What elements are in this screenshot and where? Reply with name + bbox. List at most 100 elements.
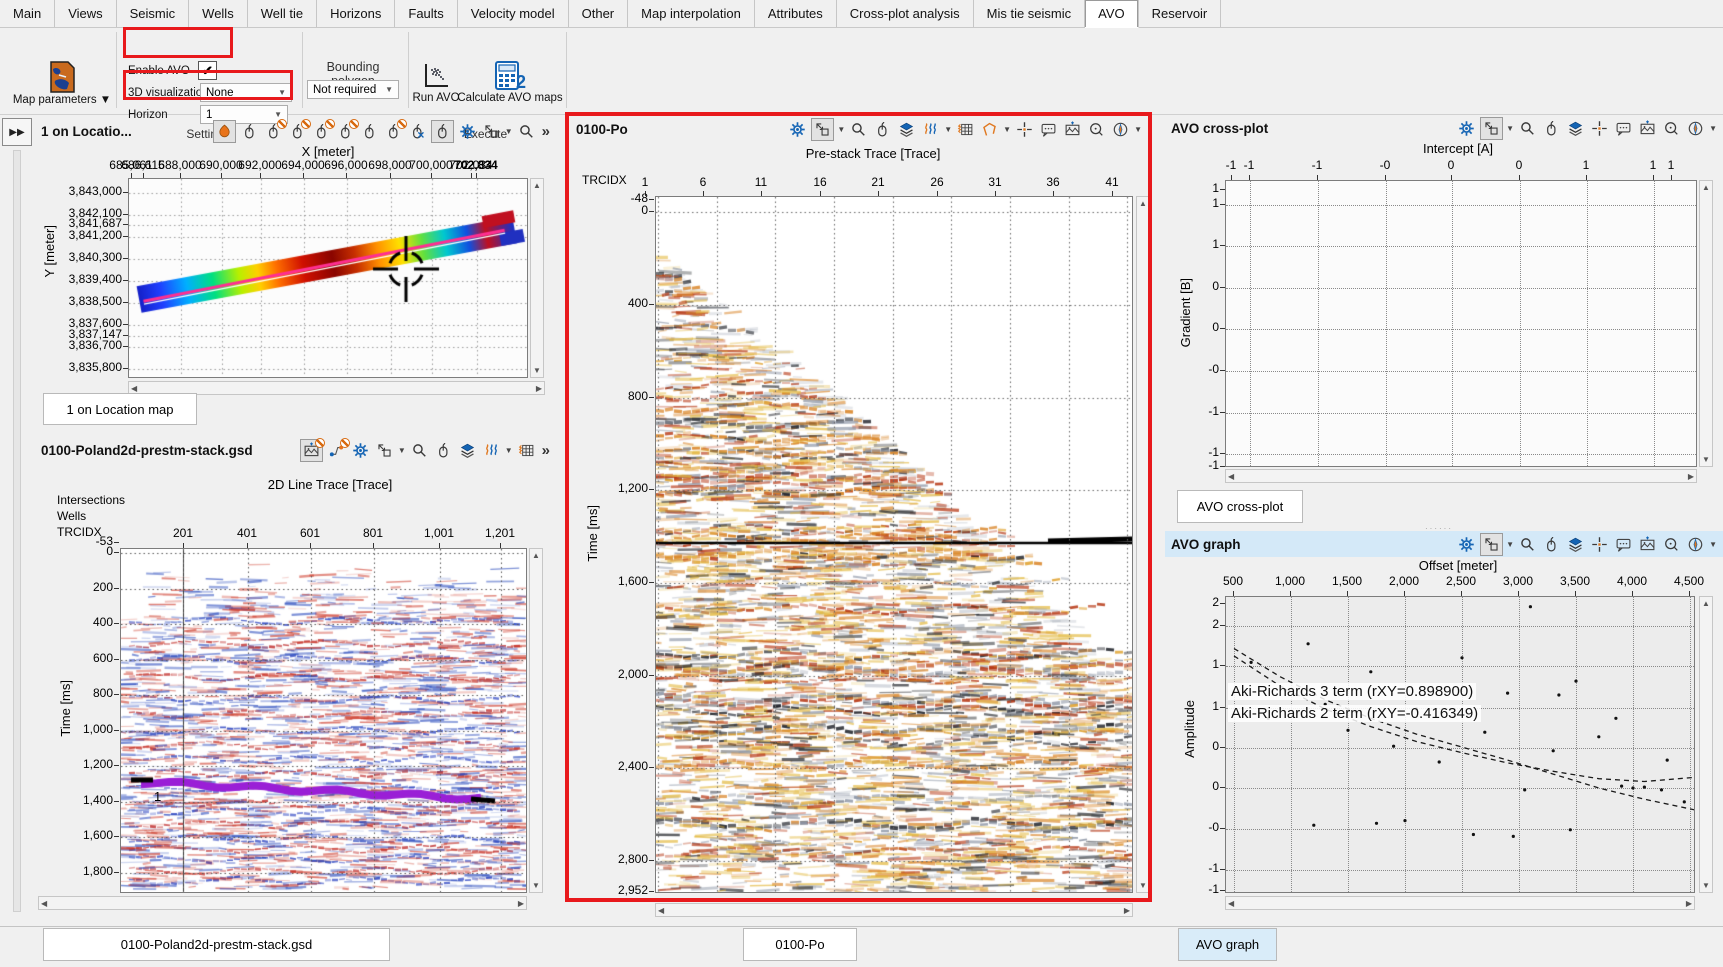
scroll-right-icon[interactable]: ▶ — [536, 384, 542, 393]
chevron-down-icon[interactable]: ▼ — [1506, 540, 1514, 549]
prestack-canvas[interactable] — [656, 197, 1132, 892]
crossplot-horizontal-scrollbar[interactable]: ◀▶ — [1225, 469, 1697, 483]
chevron-down-icon[interactable]: ▼ — [505, 446, 513, 455]
polygon-icon[interactable] — [979, 119, 1000, 140]
prestack-vertical-scrollbar[interactable]: ▲▼ — [1136, 196, 1150, 893]
location-map-canvas[interactable] — [129, 179, 527, 377]
orangedrop-icon[interactable] — [213, 120, 236, 143]
scroll-left-icon[interactable]: ◀ — [1228, 899, 1234, 908]
chevron-down-icon[interactable]: ▼ — [398, 446, 406, 455]
avograph-horizontal-scrollbar[interactable]: ◀▶ — [1225, 896, 1695, 910]
scroll-right-icon[interactable]: ▶ — [1686, 899, 1692, 908]
resize-icon[interactable] — [374, 440, 395, 461]
waves-icon[interactable] — [481, 440, 502, 461]
resize-icon[interactable] — [1480, 117, 1503, 140]
stack-section-plot[interactable]: 1 — [120, 548, 527, 893]
scroll-right-icon[interactable]: ▶ — [518, 899, 524, 908]
magnifier-icon[interactable] — [848, 119, 869, 140]
layers-icon[interactable] — [896, 119, 917, 140]
bottom-tab-avograph[interactable]: AVO graph — [1178, 928, 1277, 961]
mouse-icon[interactable] — [311, 121, 332, 142]
link-icon[interactable] — [326, 440, 347, 461]
crosshair-icon[interactable] — [1589, 118, 1610, 139]
avograph-vertical-scrollbar[interactable]: ▲▼ — [1699, 596, 1713, 893]
comment-icon[interactable] — [1038, 119, 1059, 140]
mouse-icon[interactable] — [239, 121, 260, 142]
mouse-icon[interactable] — [1541, 118, 1562, 139]
scroll-left-icon[interactable]: ◀ — [1228, 472, 1234, 481]
stack-section-horizontal-scrollbar[interactable]: ◀▶ — [38, 896, 527, 910]
menu-tab-cross-plot-analysis[interactable]: Cross-plot analysis — [837, 0, 974, 27]
comment-icon[interactable] — [1613, 118, 1634, 139]
magnifier-icon[interactable] — [409, 440, 430, 461]
chevron-down-icon[interactable]: ▼ — [837, 125, 845, 134]
bottom-tab-stack-section[interactable]: 0100-Poland2d-prestm-stack.gsd — [43, 928, 390, 961]
menu-tab-mis-tie-seismic[interactable]: Mis tie seismic — [974, 0, 1086, 27]
mouse-icon[interactable] — [431, 120, 454, 143]
menu-tab-velocity-model[interactable]: Velocity model — [458, 0, 569, 27]
prestack-plot[interactable] — [655, 196, 1133, 893]
scroll-right-icon[interactable]: ▶ — [1688, 472, 1694, 481]
scroll-left-icon[interactable]: ◀ — [658, 906, 664, 915]
chevron-down-icon[interactable]: ▼ — [1134, 125, 1142, 134]
gear-icon[interactable] — [1456, 118, 1477, 139]
scroll-up-icon[interactable]: ▲ — [532, 551, 540, 560]
zoomq-icon[interactable] — [1661, 534, 1682, 555]
magnifier-icon[interactable] — [1517, 534, 1538, 555]
more-tools-icon[interactable]: » — [540, 442, 552, 459]
mouse-icon[interactable] — [359, 121, 380, 142]
menu-tab-wells[interactable]: Wells — [189, 0, 248, 27]
calculate-avo-maps-button[interactable]: 2 Calculate AVO maps — [460, 60, 560, 104]
image-icon[interactable] — [300, 439, 323, 462]
scroll-down-icon[interactable]: ▼ — [532, 881, 540, 890]
chevron-down-icon[interactable]: ▼ — [944, 125, 952, 134]
mouse-icon[interactable] — [433, 440, 454, 461]
chevron-down-icon[interactable]: ▼ — [1003, 125, 1011, 134]
menu-tab-avo[interactable]: AVO — [1085, 0, 1139, 28]
menu-tab-faults[interactable]: Faults — [395, 0, 457, 27]
resize-icon[interactable] — [1480, 533, 1503, 556]
scroll-up-icon[interactable]: ▲ — [1702, 599, 1710, 608]
zoomq-icon[interactable] — [1086, 119, 1107, 140]
chevron-down-icon[interactable]: ▼ — [1709, 124, 1717, 133]
stack-section-vertical-scrollbar[interactable]: ▲▼ — [529, 548, 543, 893]
chevron-down-icon[interactable]: ▼ — [1506, 124, 1514, 133]
scroll-left-icon[interactable]: ◀ — [41, 899, 47, 908]
scroll-down-icon[interactable]: ▼ — [1702, 881, 1710, 890]
compass-icon[interactable] — [1685, 534, 1706, 555]
mouse-icon[interactable] — [335, 121, 356, 142]
compass-icon[interactable] — [1110, 119, 1131, 140]
menu-tab-other[interactable]: Other — [569, 0, 629, 27]
run-avo-button[interactable]: Run AVO — [410, 60, 462, 104]
menu-tab-views[interactable]: Views — [55, 0, 116, 27]
mousex-icon[interactable] — [407, 121, 428, 142]
menu-tab-well-tie[interactable]: Well tie — [248, 0, 317, 27]
location-map-plot[interactable] — [128, 178, 528, 378]
scroll-up-icon[interactable]: ▲ — [533, 181, 541, 190]
scroll-left-icon[interactable]: ◀ — [131, 384, 137, 393]
gear-icon[interactable] — [1456, 534, 1477, 555]
table-icon[interactable] — [516, 440, 537, 461]
mouse-icon[interactable] — [1541, 534, 1562, 555]
compass-icon[interactable] — [1685, 118, 1706, 139]
image-icon[interactable] — [1062, 119, 1083, 140]
resize-icon[interactable] — [481, 121, 502, 142]
table-icon[interactable] — [955, 119, 976, 140]
crosshair-icon[interactable] — [1014, 119, 1035, 140]
menu-tab-reservoir[interactable]: Reservoir — [1139, 0, 1222, 27]
scroll-up-icon[interactable]: ▲ — [1702, 183, 1710, 192]
map-parameters-button[interactable]: Map parameters ▼ — [12, 60, 112, 106]
magnifier-icon[interactable] — [1517, 118, 1538, 139]
image-icon[interactable] — [1637, 118, 1658, 139]
menu-tab-horizons[interactable]: Horizons — [317, 0, 395, 27]
resize-icon[interactable] — [811, 118, 834, 141]
scroll-right-icon[interactable]: ▶ — [1124, 906, 1130, 915]
bounding-polygon-dropdown[interactable]: Not required▼ — [307, 80, 399, 99]
crossplot-vertical-scrollbar[interactable]: ▲▼ — [1699, 180, 1713, 467]
scroll-down-icon[interactable]: ▼ — [533, 366, 541, 375]
scroll-down-icon[interactable]: ▼ — [1702, 455, 1710, 464]
waves-icon[interactable] — [920, 119, 941, 140]
tab-location-map[interactable]: 1 on Location map — [43, 393, 197, 425]
layers-icon[interactable] — [1565, 118, 1586, 139]
menu-tab-attributes[interactable]: Attributes — [755, 0, 837, 27]
